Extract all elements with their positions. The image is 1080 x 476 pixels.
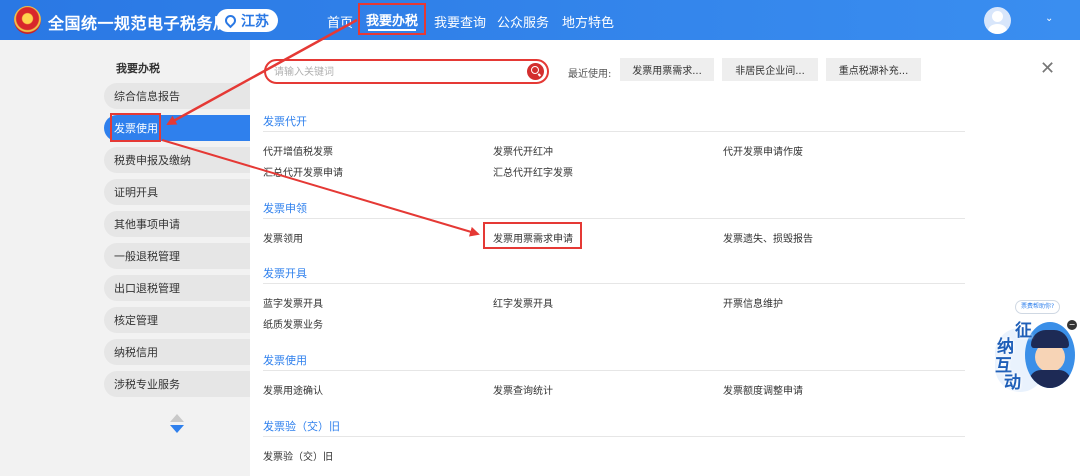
- assistant-char: 动: [1004, 373, 1021, 393]
- annotation-arrows: [161, 18, 480, 237]
- assistant-tip: 票费帮助你?: [1015, 300, 1061, 314]
- mascot-cap: [1031, 330, 1069, 348]
- mascot-body: [1029, 370, 1071, 388]
- assistant-char: 征: [1015, 321, 1032, 341]
- assistant-mascot-icon: [1025, 322, 1075, 388]
- arrow-nav-to-sidebar: [166, 18, 358, 126]
- assistant-widget[interactable]: 票费帮助你? 征 纳 互 动 −: [995, 300, 1077, 400]
- arrow-sidebar-to-link: [161, 139, 480, 237]
- assistant-close-icon[interactable]: −: [1067, 320, 1077, 330]
